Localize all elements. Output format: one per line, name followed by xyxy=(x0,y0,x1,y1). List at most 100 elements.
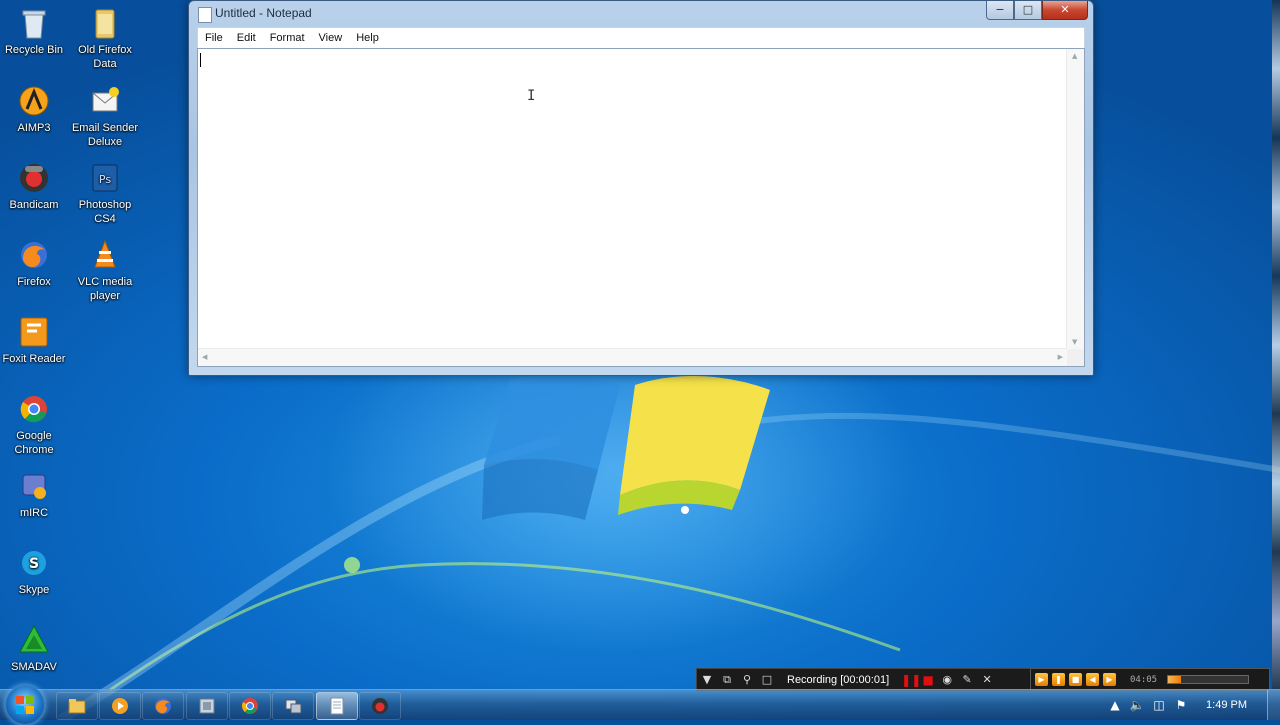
desktop-icon-label: Firefox xyxy=(17,276,51,288)
stop-record-icon[interactable]: ■ xyxy=(919,673,937,687)
menu-edit[interactable]: Edit xyxy=(230,32,263,44)
taskbar-notepad[interactable] xyxy=(316,692,358,720)
window-title: Untitled - Notepad xyxy=(215,6,312,20)
desktop-icon-smadav[interactable]: SMADAV xyxy=(0,623,70,674)
system-tray: ▲ 🔈 ◫ ⚑ 1:49 PM xyxy=(1104,690,1280,720)
scroll-right-icon[interactable]: ▶ xyxy=(1058,353,1063,361)
fullscreen-icon[interactable]: □ xyxy=(757,673,777,686)
show-desktop-button[interactable] xyxy=(1267,690,1280,720)
windows-logo-wallpaper xyxy=(482,374,770,520)
window-controls: − □ ✕ xyxy=(986,1,1088,20)
next-icon[interactable]: ▶ xyxy=(1103,673,1116,686)
desktop-icon-label: Bandicam xyxy=(9,199,59,211)
pause-record-icon[interactable]: ❚❚ xyxy=(901,673,921,687)
notepad-icon xyxy=(330,697,344,715)
taskbar-network-app[interactable] xyxy=(272,692,314,720)
chevron-down-icon[interactable]: ▼ xyxy=(697,673,717,686)
desktop-icon-label: VLC media player xyxy=(77,276,133,302)
taskbar-media-player[interactable] xyxy=(99,692,141,720)
close-icon[interactable]: ✕ xyxy=(977,673,997,686)
desktop-icon-label: SMADAV xyxy=(11,661,57,673)
vlc-icon xyxy=(88,238,122,272)
title-bar[interactable]: Untitled - Notepad − □ ✕ xyxy=(189,1,1093,27)
desktop-icon-label: Recycle Bin xyxy=(4,44,64,56)
stop-icon[interactable]: ■ xyxy=(1069,673,1082,686)
magnify-icon[interactable]: ⚲ xyxy=(737,673,757,686)
photoshop-icon: Ps xyxy=(88,161,122,195)
aimp3-icon xyxy=(17,84,51,118)
resize-grip[interactable] xyxy=(1067,349,1084,366)
firefox-icon xyxy=(17,238,51,272)
firefox-icon xyxy=(155,698,171,714)
scroll-left-icon[interactable]: ◀ xyxy=(202,353,207,361)
menu-help[interactable]: Help xyxy=(349,32,386,44)
network-icon[interactable]: ◫ xyxy=(1148,698,1170,712)
volume-fill xyxy=(1168,676,1181,683)
volume-icon[interactable]: 🔈 xyxy=(1126,698,1148,712)
show-hidden-icons-icon[interactable]: ▲ xyxy=(1104,698,1126,712)
desktop-icon-bandicam[interactable]: Bandicam xyxy=(0,161,70,212)
desktop-icon-recycle-bin[interactable]: Recycle Bin xyxy=(0,6,70,57)
notepad-window[interactable]: Untitled - Notepad − □ ✕ File Edit Forma… xyxy=(188,0,1094,376)
player-time: 04:05 xyxy=(1130,674,1158,685)
desktop-icon-aimp3[interactable]: AIMP3 xyxy=(0,84,70,135)
scroll-up-icon[interactable]: ▲ xyxy=(1072,52,1077,60)
menu-file[interactable]: File xyxy=(198,32,230,44)
camera-icon[interactable]: ◉ xyxy=(937,673,957,686)
pause-icon[interactable]: ❚ xyxy=(1052,673,1065,686)
scroll-down-icon[interactable]: ▼ xyxy=(1072,338,1077,346)
svg-text:Ps: Ps xyxy=(99,173,111,186)
right-edge-strip xyxy=(1272,0,1280,690)
taskbar: ▲ 🔈 ◫ ⚑ 1:49 PM xyxy=(0,685,1280,725)
text-editor-area[interactable]: I ▲ ▼ ◀ ▶ xyxy=(197,48,1085,367)
recycle-bin-icon xyxy=(17,6,51,40)
desktop-icon-skype[interactable]: S Skype xyxy=(0,546,70,597)
skype-icon: S xyxy=(17,546,51,580)
taskbar-app[interactable] xyxy=(186,692,228,720)
explorer-icon xyxy=(68,699,86,714)
close-button[interactable]: ✕ xyxy=(1042,1,1088,20)
notepad-icon xyxy=(198,7,212,23)
previous-icon[interactable]: ◀ xyxy=(1086,673,1099,686)
recording-toolbar: ▼ ⧉ ⚲ □ Recording [00:00:01] ❚❚ ■ ◉ ✎ ✕ xyxy=(696,668,1032,691)
recording-status: Recording [00:00:01] xyxy=(787,673,890,686)
desktop-icon-photoshop-cs4[interactable]: Ps Photoshop CS4 xyxy=(69,161,141,226)
desktop-icon-firefox[interactable]: Firefox xyxy=(0,238,70,289)
bandicam-icon xyxy=(372,698,388,714)
app-icon xyxy=(199,698,215,714)
svg-text:S: S xyxy=(29,556,39,572)
start-button[interactable] xyxy=(5,685,45,725)
play-icon[interactable]: ▶ xyxy=(1035,673,1048,686)
menu-view[interactable]: View xyxy=(312,32,350,44)
menu-format[interactable]: Format xyxy=(263,32,312,44)
taskbar-firefox[interactable] xyxy=(142,692,184,720)
action-center-flag-icon[interactable]: ⚑ xyxy=(1170,698,1192,712)
minimize-button[interactable]: − xyxy=(986,1,1014,20)
media-player-icon xyxy=(112,698,128,714)
taskbar-explorer[interactable] xyxy=(56,692,98,720)
desktop-icon-vlc-media-player[interactable]: VLC media player xyxy=(69,238,141,303)
maximize-button[interactable]: □ xyxy=(1014,1,1042,20)
desktop-icon-mirc[interactable]: mIRC xyxy=(0,469,70,520)
taskbar-bandicam[interactable] xyxy=(359,692,401,720)
windows-logo-icon xyxy=(16,696,34,714)
window-mode-icon[interactable]: ⧉ xyxy=(717,673,737,687)
mouse-ibeam-cursor: I xyxy=(527,88,536,104)
menu-bar: File Edit Format View Help xyxy=(197,27,1085,48)
taskbar-clock[interactable]: 1:49 PM xyxy=(1206,699,1247,711)
smadav-icon xyxy=(17,623,51,657)
taskbar-chrome[interactable] xyxy=(229,692,271,720)
chrome-icon xyxy=(17,392,51,426)
text-caret xyxy=(200,53,201,67)
horizontal-scrollbar[interactable]: ◀ ▶ xyxy=(198,348,1067,366)
network-app-icon xyxy=(285,699,302,714)
desktop-icon-foxit-reader[interactable]: Foxit Reader xyxy=(0,315,70,366)
pencil-icon[interactable]: ✎ xyxy=(957,673,977,686)
desktop-icon-label: Google Chrome xyxy=(14,430,54,456)
volume-slider[interactable] xyxy=(1167,675,1250,684)
desktop-icon-old-firefox-data[interactable]: Old Firefox Data xyxy=(69,6,141,71)
desktop-icon-email-sender-deluxe[interactable]: Email Sender Deluxe xyxy=(69,84,141,149)
vertical-scrollbar[interactable]: ▲ ▼ xyxy=(1066,49,1084,349)
desktop-icon-google-chrome[interactable]: Google Chrome xyxy=(0,392,70,457)
desktop-icon-label: Old Firefox Data xyxy=(78,44,132,70)
